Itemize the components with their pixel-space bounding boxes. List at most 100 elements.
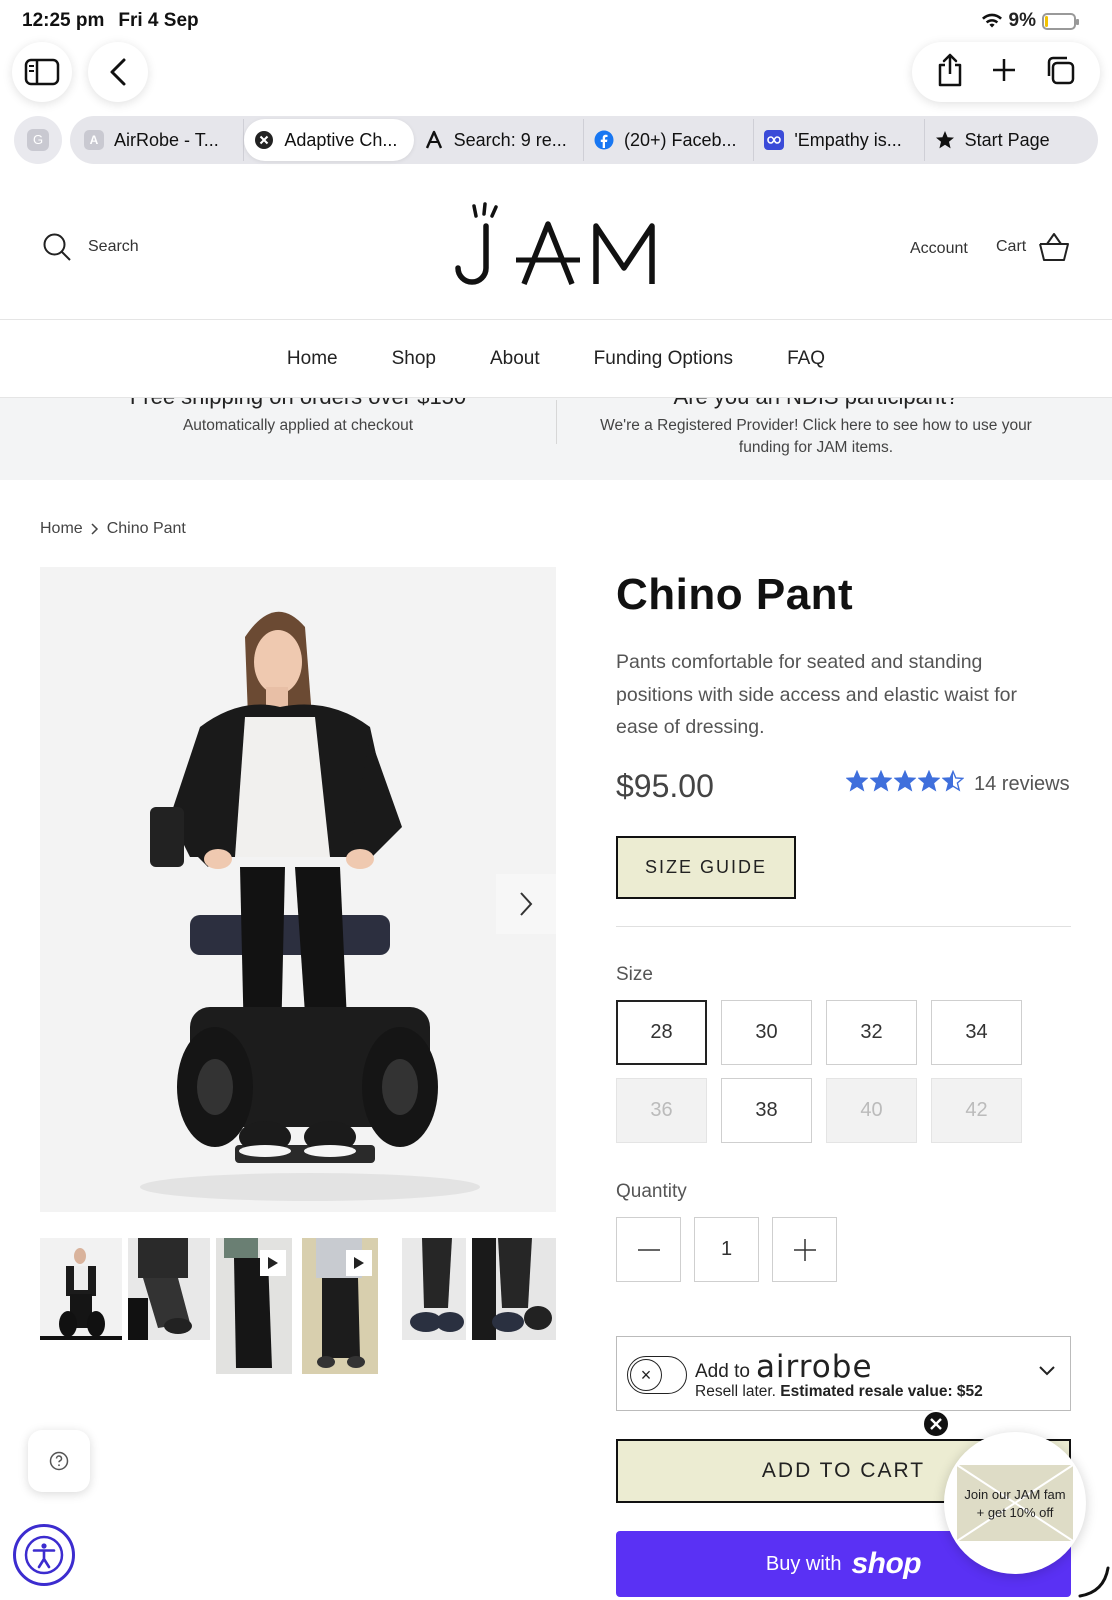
airrobe-subtitle: Resell later. Estimated resale value: $5… [695, 1383, 983, 1401]
close-icon: × [630, 1359, 662, 1391]
airrobe-widget[interactable]: × Add to airrobe Resell later. Estimated… [616, 1336, 1071, 1411]
promo-shipping[interactable]: Free shipping on orders over $150 Automa… [40, 398, 556, 480]
close-circle-icon [254, 130, 274, 150]
help-icon [49, 1451, 69, 1471]
cart-link[interactable]: Cart [996, 232, 1070, 262]
video-play-badge [260, 1250, 286, 1276]
thumbnail-4-video[interactable] [302, 1238, 378, 1374]
popup-line-1: Join our JAM fam [964, 1487, 1066, 1502]
browser-tab-label: Start Page [964, 129, 1050, 150]
product-rating[interactable]: 14 reviews [845, 769, 1070, 798]
browser-tab-6[interactable]: Start Page [925, 119, 1094, 161]
star-icon [893, 769, 917, 798]
A-icon: A [84, 130, 104, 150]
product-title: Chino Pant [616, 570, 854, 619]
tab-bar: G A AirRobe - T... Adaptive Ch... Search: 9… [14, 116, 1098, 164]
status-date: Fri 4 Sep [118, 10, 199, 31]
adobe-a-icon [424, 130, 444, 150]
promo-divider [556, 400, 557, 444]
thumbnail-3-video[interactable] [216, 1238, 292, 1374]
browser-tab-3[interactable]: Search: 9 re... [414, 119, 584, 161]
tab-overview-button[interactable] [1044, 54, 1076, 91]
chevron-left-icon [110, 58, 126, 86]
size-option-36: 36 [616, 1078, 707, 1143]
airrobe-toggle[interactable]: × [627, 1356, 687, 1394]
toolbar-actions [912, 42, 1100, 102]
abc-icon [764, 130, 785, 150]
help-button[interactable] [28, 1430, 90, 1492]
status-time-date: 12:25 pm Fri 4 Sep [22, 10, 213, 32]
size-option-34[interactable]: 34 [931, 1000, 1022, 1065]
status-time: 12:25 pm [22, 10, 105, 31]
nav-item-home[interactable]: Home [287, 348, 338, 370]
browser-tab-label: Adaptive Ch... [284, 129, 398, 150]
popup-line-2: + get 10% off [976, 1505, 1054, 1520]
shop-logo: shop [851, 1547, 922, 1580]
gallery-thumbnails [40, 1238, 556, 1378]
accessibility-icon [24, 1535, 64, 1575]
minus-icon [637, 1248, 660, 1251]
product-main-image[interactable] [40, 567, 556, 1212]
status-indicators: 9% [981, 10, 1079, 32]
sidebar-icon [24, 58, 60, 86]
sidebar-toggle-button[interactable] [12, 42, 72, 102]
size-option-32[interactable]: 32 [826, 1000, 917, 1065]
back-button[interactable] [88, 42, 148, 102]
review-count: 14 reviews [974, 772, 1070, 795]
nav-item-about[interactable]: About [490, 348, 540, 370]
browser-tab-label: Search: 9 re... [453, 129, 567, 150]
rating-stars [845, 769, 965, 798]
plus-icon [992, 58, 1015, 81]
browser-tab-5[interactable]: 'Empathy is... [754, 119, 925, 161]
thumbnail-2[interactable] [128, 1238, 210, 1340]
airrobe-estimate: Estimated resale value: $52 [780, 1383, 983, 1400]
chevron-right-icon [520, 892, 533, 916]
battery-level [1045, 15, 1048, 27]
promo-ndis-text-2: funding for JAM items. [738, 439, 894, 456]
thumbnail-6[interactable] [472, 1238, 556, 1340]
search-icon [43, 233, 71, 261]
airrobe-resell: Resell later. [695, 1383, 776, 1400]
search-label: Search [88, 238, 139, 255]
account-link[interactable]: Account [910, 240, 968, 258]
chevron-down-icon[interactable] [1038, 1365, 1056, 1377]
tab-group-button[interactable]: G [14, 116, 62, 164]
battery-icon [1042, 12, 1079, 30]
promo-bar: Free shipping on orders over $150 Automa… [0, 398, 1112, 480]
size-guide-button[interactable]: SIZE GUIDE [616, 836, 796, 899]
newsletter-popup[interactable]: Join our JAM fam + get 10% off [944, 1432, 1086, 1574]
browser-tab-1[interactable]: A AirRobe - T... [74, 119, 245, 161]
accessibility-button[interactable] [13, 1524, 75, 1586]
quantity-increase-button[interactable] [772, 1217, 837, 1282]
browser-tab-2[interactable]: Adaptive Ch... [244, 119, 414, 161]
nav-item-shop[interactable]: Shop [392, 348, 436, 370]
size-option-38[interactable]: 38 [721, 1078, 812, 1143]
nav-item-faq[interactable]: FAQ [787, 348, 825, 370]
play-icon [354, 1257, 364, 1269]
search-link[interactable]: Search [42, 232, 139, 262]
promo-ndis-text-1: We're a Registered Provider! Click here … [600, 417, 1032, 434]
new-tab-button[interactable] [991, 57, 1017, 88]
quantity-input[interactable]: 1 [694, 1217, 759, 1282]
quantity-decrease-button[interactable] [616, 1217, 681, 1282]
status-bar: 12:25 pm Fri 4 Sep 9% [0, 0, 1112, 40]
gallery-next-button[interactable] [496, 874, 556, 934]
share-button[interactable] [936, 53, 964, 92]
browser-tab-4[interactable]: (20+) Faceb... [584, 119, 755, 161]
airrobe-brand: airrobe [755, 1349, 873, 1385]
facebook-icon [594, 130, 614, 150]
nav-item-funding-options[interactable]: Funding Options [594, 348, 733, 370]
jam-logo[interactable] [450, 202, 660, 292]
thumbnail-1[interactable] [40, 1238, 122, 1340]
promo-ndis[interactable]: Are you an NDIS participant? We're a Reg… [566, 398, 1066, 480]
thumbnail-5[interactable] [402, 1238, 466, 1340]
size-option-28[interactable]: 28 [616, 1000, 707, 1065]
size-option-30[interactable]: 30 [721, 1000, 812, 1065]
popup-close-button[interactable] [922, 1410, 950, 1438]
close-icon [930, 1418, 942, 1430]
tab-strip: A AirRobe - T... Adaptive Ch... Search: 9 r… [70, 116, 1098, 164]
browser-tab-label: 'Empathy is... [794, 129, 902, 150]
divider [616, 926, 1071, 927]
breadcrumb-current: Chino Pant [106, 520, 186, 537]
breadcrumb-home[interactable]: Home [40, 520, 83, 538]
